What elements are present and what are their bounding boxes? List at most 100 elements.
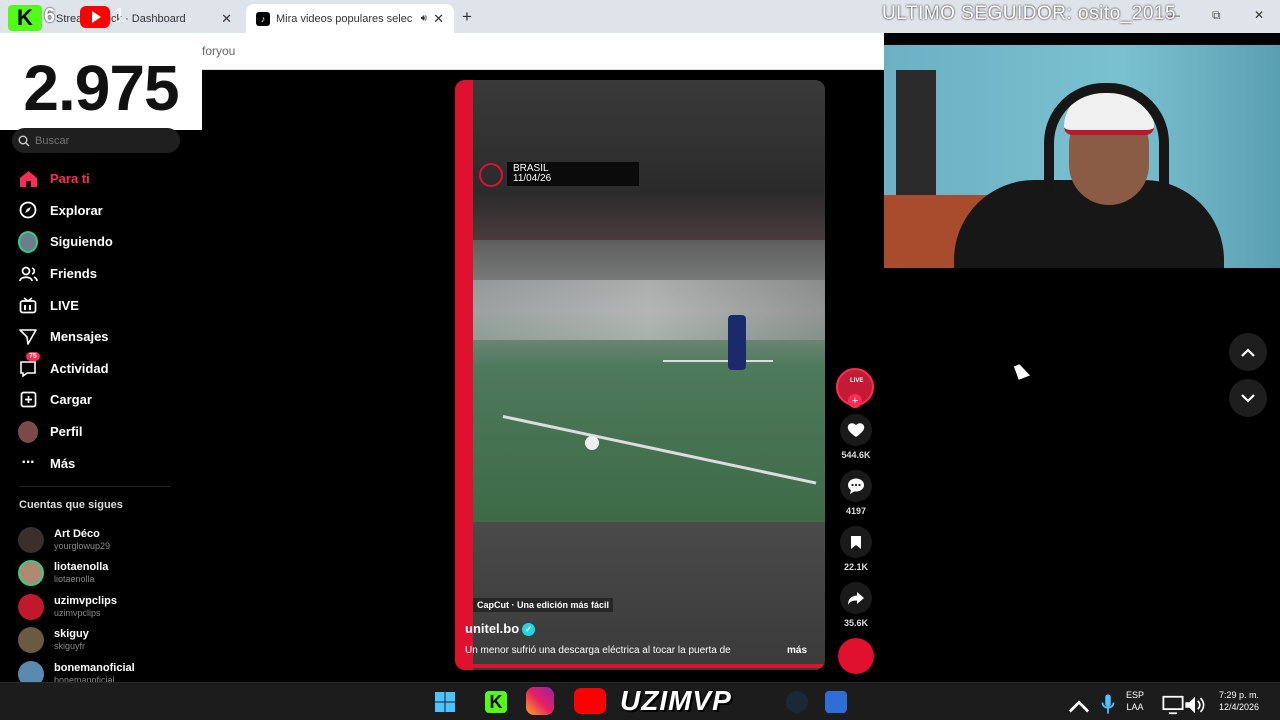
like-button[interactable] xyxy=(840,414,872,446)
sidebar-item-live[interactable]: LIVE xyxy=(18,289,188,321)
location-date: 11/04/26 xyxy=(513,173,552,184)
sidebar-item-label: Actividad xyxy=(50,360,109,376)
follower-counter: 2.975 xyxy=(0,45,202,130)
video-field-line xyxy=(663,360,773,362)
video-location-tag: BRASIL 11/04/26 xyxy=(507,162,639,186)
headphones-icon xyxy=(1044,83,1169,193)
comment-button[interactable] xyxy=(840,470,872,502)
avatar xyxy=(18,627,44,654)
video-frame xyxy=(473,240,825,522)
steam-icon[interactable] xyxy=(786,691,808,713)
account-name: skiguy xyxy=(54,628,89,641)
close-tab-icon[interactable]: ✕ xyxy=(221,11,232,27)
sidebar-item-label: Cargar xyxy=(50,392,92,408)
close-window-button[interactable]: ✕ xyxy=(1254,8,1264,22)
sidebar-item-cargar[interactable]: Cargar xyxy=(18,384,188,416)
tab-kick-dashboard[interactable]: Stream · Kick · Dashboard ✕ xyxy=(46,4,242,33)
capcut-tag[interactable]: CapCut · Una edición más fácil xyxy=(473,598,614,612)
clock[interactable]: 7:29 p. m. 12/4/2026 xyxy=(1210,689,1268,713)
last-follower-banner: ULTIMO SEGUIDOR: osito_2015 xyxy=(882,3,1177,24)
search-box[interactable] xyxy=(12,128,180,153)
save-button[interactable] xyxy=(840,526,872,558)
network-icon[interactable] xyxy=(1162,694,1184,716)
instagram-icon[interactable] xyxy=(526,687,554,715)
author-name: unitel.bo xyxy=(465,621,520,636)
account-username: yourglowup29 xyxy=(54,540,111,551)
sidebar-item-explorar[interactable]: Explorar xyxy=(18,195,188,227)
sidebar-item-siguiendo[interactable]: Siguiendo xyxy=(18,226,188,258)
new-tab-button[interactable]: + xyxy=(462,7,472,27)
chevron-up-icon xyxy=(1241,347,1255,357)
kick-count: 6 xyxy=(44,5,56,27)
following-account[interactable]: liotaenolla liotaenolla xyxy=(18,557,188,591)
video-wall xyxy=(473,280,825,340)
youtube-icon[interactable] xyxy=(574,688,606,714)
restore-button[interactable]: ⧉ xyxy=(1212,8,1221,23)
comment-action: 4197 xyxy=(838,470,874,516)
speaker-icon[interactable]: 🔊︎ xyxy=(421,13,427,24)
account-name: liotaenolla xyxy=(54,561,109,574)
previous-video-button[interactable] xyxy=(1229,333,1267,371)
address-text: foryou xyxy=(202,44,236,58)
following-account[interactable]: skiguy skiguyfr xyxy=(18,624,188,658)
video-author[interactable]: unitel.bo ✓ xyxy=(465,621,536,637)
location-icon xyxy=(479,163,503,187)
share-count: 35.6K xyxy=(843,618,869,628)
kick-icon[interactable]: K xyxy=(485,691,507,713)
sidebar-divider xyxy=(19,486,171,487)
tab-title: Mira videos populares selec xyxy=(276,12,413,25)
account-username: skiguyfr xyxy=(54,641,86,652)
clock-time: 7:29 p. m. xyxy=(1218,690,1260,700)
bookmark-icon xyxy=(851,535,861,549)
clock-date: 12/4/2026 xyxy=(1218,702,1260,712)
following-account[interactable]: uzimvpclips uzimvpclips xyxy=(18,590,188,624)
save-count: 22.1K xyxy=(843,562,869,572)
sidebar-item-mas[interactable]: ··· Más xyxy=(18,447,188,479)
friends-icon xyxy=(18,264,38,284)
save-action: 22.1K xyxy=(838,526,874,572)
compass-icon xyxy=(18,200,38,220)
account-name: bonemanoficial xyxy=(54,661,135,674)
account-username: liotaenolla xyxy=(54,574,95,585)
sidebar-item-mensajes[interactable]: Mensajes xyxy=(18,321,188,353)
video-progress-bar[interactable] xyxy=(455,664,825,668)
avatar xyxy=(18,560,44,587)
sidebar-nav: Para ti Explorar Siguiendo Friends LIVE … xyxy=(18,163,188,479)
verified-icon: ✓ xyxy=(522,623,536,637)
following-title: Cuentas que sigues xyxy=(19,499,123,511)
like-action: 544.6K xyxy=(838,414,874,460)
music-disc-icon[interactable] xyxy=(838,638,874,674)
video-player[interactable]: BRASIL 11/04/26 CapCut · Una edición más… xyxy=(455,80,825,670)
sidebar-item-para-ti[interactable]: Para ti xyxy=(18,163,188,195)
sidebar-item-actividad[interactable]: 75 Actividad xyxy=(18,352,188,385)
follow-plus-button[interactable]: + xyxy=(848,394,862,408)
app-icon[interactable] xyxy=(825,691,847,713)
account-name: uzimvpclips xyxy=(54,594,117,607)
search-input[interactable] xyxy=(35,134,165,147)
video-field-line xyxy=(502,415,817,485)
windows-start-icon[interactable] xyxy=(434,691,456,713)
avatar xyxy=(18,526,44,553)
sidebar-item-friends[interactable]: Friends xyxy=(18,258,188,290)
next-video-button[interactable] xyxy=(1229,379,1267,417)
chevron-up-icon[interactable] xyxy=(1068,695,1090,717)
language-indicator[interactable]: ESP LAA xyxy=(1126,689,1144,713)
heart-icon xyxy=(847,423,865,437)
microphone-icon[interactable] xyxy=(1097,693,1119,715)
messages-icon xyxy=(18,327,38,347)
youtube-count: 1 xyxy=(114,5,126,27)
tab-tiktok[interactable]: ♪ Mira videos populares selec 🔊︎ ✕ xyxy=(246,4,454,33)
streamer-brand: UZIMVP xyxy=(620,685,732,716)
volume-icon[interactable] xyxy=(1184,694,1206,716)
close-tab-icon[interactable]: ✕ xyxy=(433,11,444,27)
webcam-overlay xyxy=(884,45,1280,268)
live-label: LIVE xyxy=(850,378,864,384)
like-count: 544.6K xyxy=(841,450,871,460)
following-account[interactable]: Art Déco yourglowup29 xyxy=(18,523,188,557)
video-red-bar xyxy=(455,80,473,670)
share-button[interactable] xyxy=(840,582,872,614)
sidebar-item-perfil[interactable]: Perfil xyxy=(18,416,188,448)
more-button[interactable]: más xyxy=(787,645,807,656)
comment-count: 4197 xyxy=(845,506,867,516)
language-code: ESP xyxy=(1126,690,1145,700)
